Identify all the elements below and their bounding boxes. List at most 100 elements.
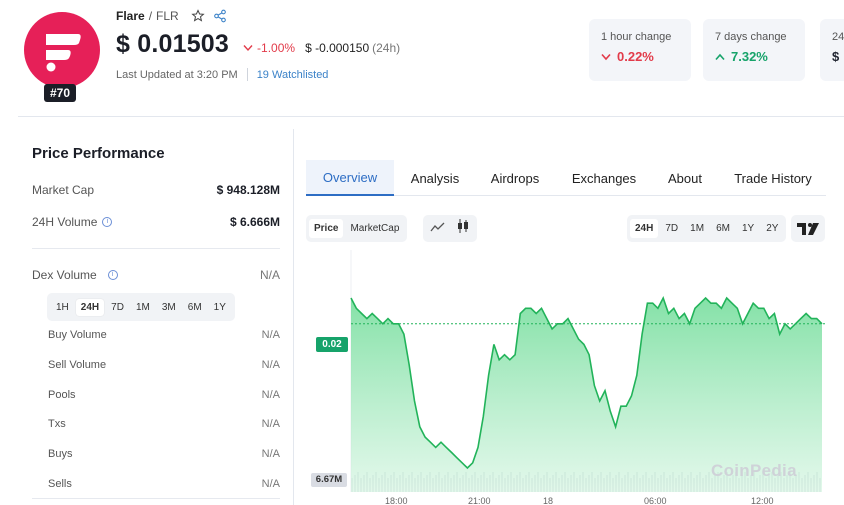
range-tab-24h[interactable]: 24H <box>75 298 105 316</box>
row-value: N/A <box>261 448 280 460</box>
divider <box>246 68 248 81</box>
chevron-down-icon <box>601 53 611 60</box>
timeframe-24h[interactable]: 24H <box>630 219 659 238</box>
chart-mode-toggle: Price MarketCap <box>306 215 408 242</box>
timeframe-2y[interactable]: 2Y <box>761 219 783 238</box>
x-tick-label: 12:00 <box>751 496 774 505</box>
tradingview-button[interactable] <box>791 215 825 242</box>
watermark: CoinPedia <box>711 461 797 480</box>
stat-value: 0.22% <box>601 49 679 64</box>
tab-airdrops[interactable]: Airdrops <box>482 160 548 196</box>
row-label: Pools <box>48 389 76 401</box>
panel-title: Price Performance <box>32 145 165 162</box>
star-icon[interactable] <box>191 9 205 23</box>
last-updated: Last Updated at 3:20 PM <box>116 68 238 81</box>
dex-volume-row: Dex Volume i N/A <box>32 268 280 282</box>
dex-volume-label: Dex Volume <box>32 268 97 282</box>
sells-row: Sells N/A <box>48 478 280 490</box>
share-icon[interactable] <box>213 9 227 23</box>
market-cap-label: Market Cap <box>32 183 95 197</box>
candlestick-icon[interactable] <box>456 218 470 239</box>
range-tab-7d[interactable]: 7D <box>106 299 129 316</box>
timeframe-7d[interactable]: 7D <box>660 219 683 238</box>
chevron-up-icon <box>715 53 725 60</box>
timeframe-1y[interactable]: 1Y <box>737 219 759 238</box>
stat-card-7d: 7 days change 7.32% <box>703 19 805 81</box>
absolute-change: $ -0.000150 (24h) <box>305 41 400 55</box>
tab-about[interactable]: About <box>660 160 710 196</box>
row-label: Txs <box>48 418 66 430</box>
panel-divider <box>293 129 294 505</box>
row-value: N/A <box>261 359 280 371</box>
flare-logo-icon <box>46 34 81 72</box>
range-tab-1y[interactable]: 1Y <box>209 299 231 316</box>
volume-tag: 6.67M <box>311 473 347 487</box>
rank-badge: #70 <box>44 84 76 102</box>
market-cap-value: $ 948.128M <box>216 183 280 197</box>
mode-marketcap-button[interactable]: MarketCap <box>345 219 404 238</box>
timeframe-1m[interactable]: 1M <box>685 219 709 238</box>
row-label: Buys <box>48 448 73 460</box>
stat-value-text: 0.22% <box>617 49 654 64</box>
timeframe-6m[interactable]: 6M <box>711 219 735 238</box>
percent-change-value: -1.00% <box>257 41 296 55</box>
chart-style-toggle <box>423 215 477 242</box>
coin-symbol: FLR <box>156 9 179 23</box>
row-label: Buy Volume <box>48 329 107 341</box>
stat-card-1h: 1 hour change 0.22% <box>589 19 691 81</box>
row-label: Sells <box>48 478 72 490</box>
tab-trade-history[interactable]: Trade History <box>726 160 820 196</box>
range-tab-1m[interactable]: 1M <box>131 299 155 316</box>
stat-label: 1 hour change <box>601 31 672 43</box>
range-tab-1h[interactable]: 1H <box>51 299 74 316</box>
tab-overview[interactable]: Overview <box>306 160 394 196</box>
absolute-change-value: $ -0.000150 <box>305 41 370 55</box>
x-tick-label: 18 <box>543 496 554 505</box>
info-icon[interactable]: i <box>107 270 118 280</box>
buys-row: Buys N/A <box>48 448 280 460</box>
range-tab-6m[interactable]: 6M <box>183 299 207 316</box>
price-chart[interactable] <box>306 250 826 492</box>
current-price: $ 0.01503 <box>116 30 230 58</box>
row-value: N/A <box>261 329 280 341</box>
section-tabs: Overview Analysis Airdrops Exchanges Abo… <box>306 160 826 196</box>
row-value: N/A <box>261 478 280 490</box>
chevron-down-icon <box>243 45 253 52</box>
current-price-tag: 0.02 <box>316 337 348 352</box>
coin-separator: / <box>148 9 153 23</box>
stat-label: 7 days change <box>715 31 787 43</box>
percent-change: -1.00% <box>243 41 295 55</box>
stat-value-text: 7.32% <box>731 49 768 64</box>
row-label: Sell Volume <box>48 359 107 371</box>
coin-title: Flare / FLR <box>116 9 227 23</box>
buy-volume-row: Buy Volume N/A <box>48 329 280 341</box>
dex-label-wrap: Dex Volume i <box>32 268 118 282</box>
dex-range-tabs: 1H 24H 7D 1M 3M 6M 1Y <box>47 293 235 321</box>
watchlisted-count[interactable]: 19 Watchlisted <box>257 69 329 81</box>
volume-value: $ 6.666M <box>229 215 280 229</box>
tab-exchanges[interactable]: Exchanges <box>564 160 644 196</box>
line-chart-icon[interactable] <box>430 220 446 238</box>
tab-analysis[interactable]: Analysis <box>402 160 468 196</box>
timeframe-selector: 24H 7D 1M 6M 1Y 2Y <box>627 215 787 242</box>
row-value: N/A <box>261 389 280 401</box>
market-cap-row: Market Cap $ 948.128M <box>32 183 280 197</box>
row-value: N/A <box>261 418 280 430</box>
stat-card-24h: 24 $ <box>820 19 844 81</box>
pools-row: Pools N/A <box>48 389 280 401</box>
tradingview-icon <box>797 223 819 235</box>
txs-row: Txs N/A <box>48 418 280 430</box>
absolute-change-period: (24h) <box>372 41 401 55</box>
dex-volume-value: N/A <box>259 268 280 282</box>
coin-logo <box>24 12 100 88</box>
volume-label-wrap: 24H Volume i <box>32 215 113 229</box>
x-tick-label: 06:00 <box>644 496 667 505</box>
mode-price-button[interactable]: Price <box>309 219 344 238</box>
volume-row: 24H Volume i $ 6.666M <box>32 215 280 229</box>
divider <box>32 248 280 249</box>
sell-volume-row: Sell Volume N/A <box>48 359 280 371</box>
range-tab-3m[interactable]: 3M <box>157 299 181 316</box>
info-icon[interactable]: i <box>102 217 113 227</box>
updated-row: Last Updated at 3:20 PM 19 Watchlisted <box>116 68 328 81</box>
divider <box>32 498 280 499</box>
